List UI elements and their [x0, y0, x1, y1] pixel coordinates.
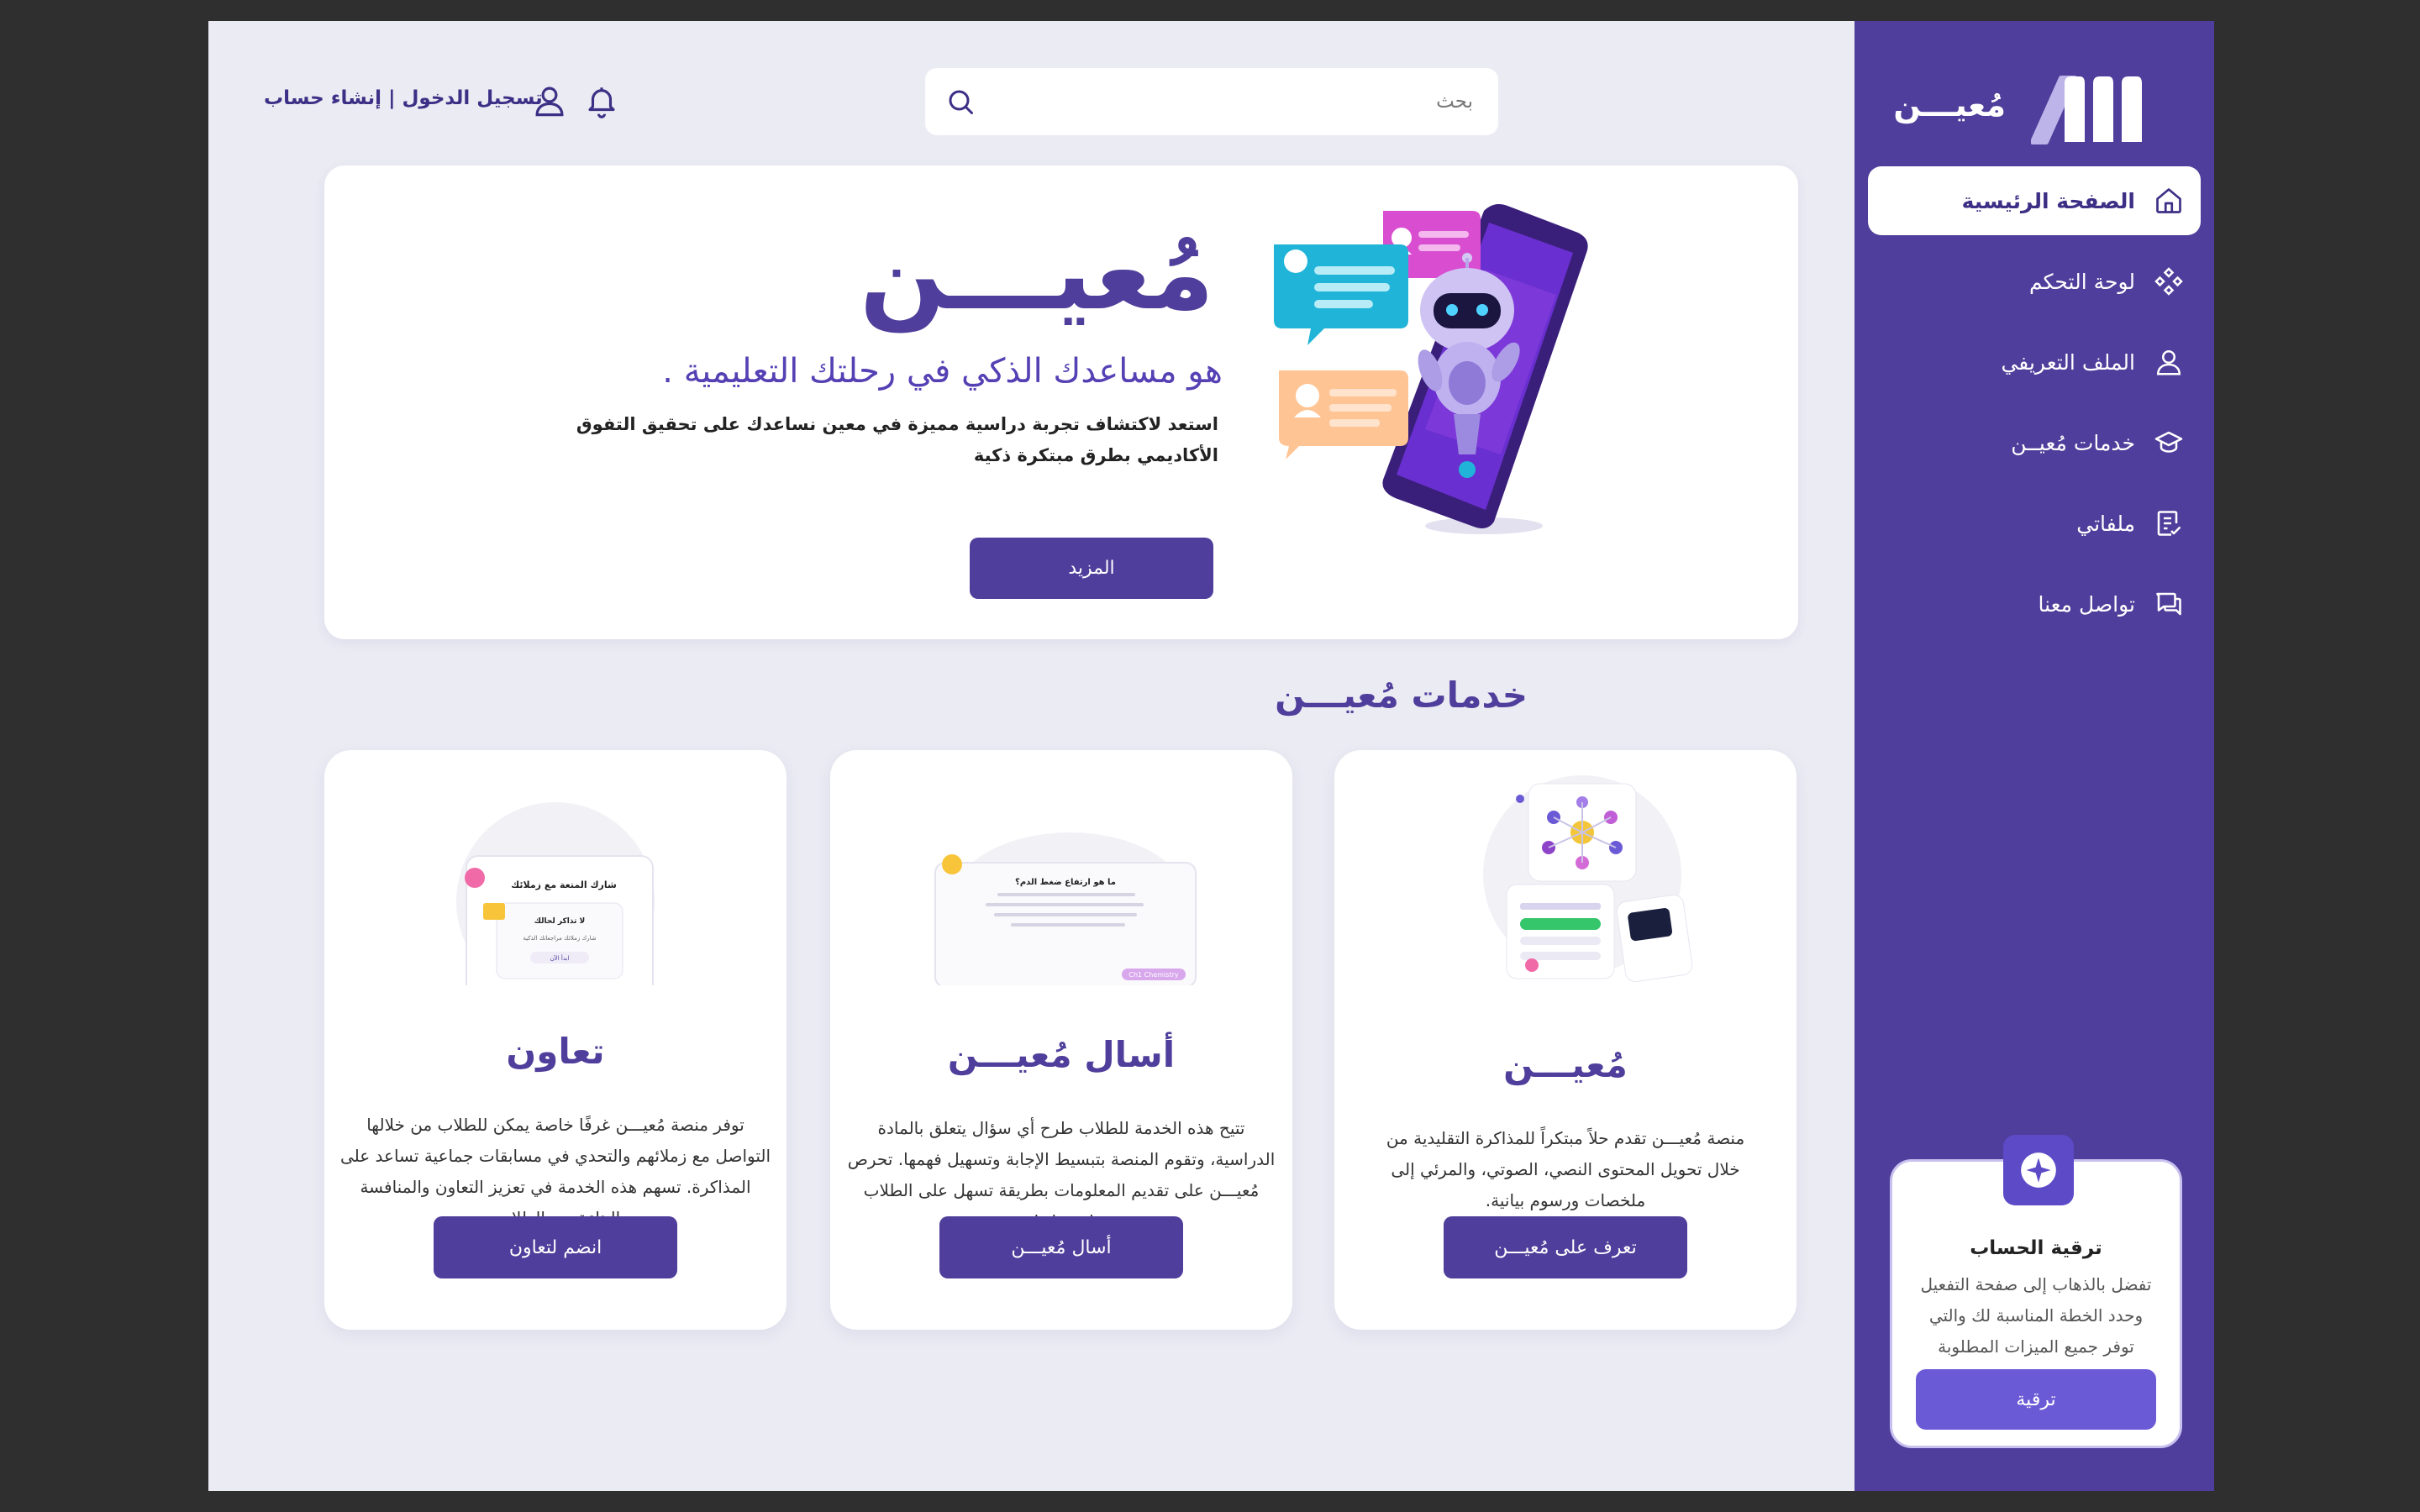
- sidebar-item-label: الملف التعريفي: [2001, 349, 2135, 375]
- service-card-ask: ما هو ارتفاع ضغط الدم؟ Ch1 Chemistry أسا…: [830, 750, 1292, 1330]
- sidebar-item-label: ملفاتي: [2076, 511, 2135, 536]
- graduation-cap-icon: [2152, 426, 2186, 459]
- login-signup-link[interactable]: تسجيل الدخول | إنشاء حساب: [264, 87, 543, 109]
- bell-icon[interactable]: [584, 83, 619, 118]
- sidebar-item-dashboard[interactable]: لوحة التحكم: [1868, 247, 2201, 316]
- sidebar-item-my-files[interactable]: ملفاتي: [1868, 489, 2201, 558]
- service-card-moeen: مُعيـــن منصة مُعيـــن تقدم حلاً مبتكراً…: [1334, 750, 1797, 1330]
- sidebar-item-label: لوحة التحكم: [2028, 269, 2135, 294]
- collaboration-illustration: شارك المتعة مع زملائك لا تذاكر لحالك شار…: [456, 802, 655, 985]
- sidebar-item-contact[interactable]: تواصل معنا: [1868, 570, 2201, 638]
- sidebar-nav: الصفحة الرئيسية لوحة التحكم الملف التعري…: [1868, 166, 2201, 650]
- question-card-illustration: ما هو ارتفاع ضغط الدم؟ Ch1 Chemistry: [934, 832, 1197, 985]
- card-text: توفر منصة مُعيـــن غرفًا خاصة يمكن للطلا…: [339, 1115, 771, 1228]
- sidebar-item-profile[interactable]: الملف التعريفي: [1868, 328, 2201, 396]
- search-icon[interactable]: [945, 87, 976, 117]
- collab-card-title: شارك المتعة مع زملائك: [511, 879, 617, 890]
- robot-phone-illustration: [1274, 204, 1588, 534]
- brand-logo-icon: [2031, 76, 2142, 144]
- file-check-icon: [2152, 507, 2186, 540]
- hero-banner: مُعيـــن هو مساعدك الذكي في رحلتك التعلي…: [324, 165, 1798, 639]
- upgrade-button[interactable]: ترقية: [1916, 1369, 2156, 1430]
- home-icon: [2152, 184, 2186, 218]
- sidebar-item-label: تواصل معنا: [2038, 591, 2135, 617]
- sparkle-icon: [2003, 1135, 2074, 1205]
- search-input[interactable]: [984, 68, 1473, 135]
- card-text: منصة مُعيـــن تقدم حلاً مبتكراً للمذاكرة…: [1386, 1128, 1745, 1210]
- sidebar-item-services[interactable]: خدمات مُعيــن: [1868, 408, 2201, 477]
- card-title: أسال مُعيـــن: [947, 1034, 1176, 1075]
- profile-icon: [2152, 345, 2186, 379]
- question-text: ما هو ارتفاع ضغط الدم؟: [1015, 878, 1116, 887]
- card-title: مُعيـــن: [1503, 1044, 1628, 1085]
- upgrade-title: ترقية الحساب: [1970, 1237, 2102, 1259]
- services-title: خدمات مُعيـــن: [1275, 675, 1528, 716]
- search-bar: [925, 68, 1498, 135]
- join-collaborate-button[interactable]: انضم لتعاون: [434, 1216, 677, 1278]
- brand[interactable]: مُعيـــن: [1893, 75, 2147, 145]
- service-card-collaborate: شارك المتعة مع زملائك لا تذاكر لحالك شار…: [324, 750, 786, 1330]
- brand-name: مُعيـــن: [1893, 87, 2006, 123]
- collab-card-subtitle: لا تذاكر لحالك: [534, 917, 585, 926]
- upgrade-text: تفضل بالذهاب إلى صفحة التفعيل وحدد الخطة…: [1920, 1274, 2152, 1357]
- tag-chip: Ch1 Chemistry: [1128, 971, 1178, 979]
- sidebar: مُعيـــن الصفحة الرئيسية لوحة التحكم الم…: [1854, 21, 2214, 1491]
- sidebar-item-label: خدمات مُعيــن: [2011, 430, 2135, 455]
- dashboard-icon: [2152, 265, 2186, 298]
- learn-moeen-button[interactable]: تعرف على مُعيـــن: [1444, 1216, 1687, 1278]
- chat-icon: [2152, 587, 2186, 621]
- app-window: مُعيـــن الصفحة الرئيسية لوحة التحكم الم…: [208, 21, 2214, 1491]
- collab-card-button: ابدأ الآن: [550, 954, 570, 962]
- hero-title: مُعيـــن: [859, 216, 1214, 333]
- upgrade-card: ترقية الحساب تفضل بالذهاب إلى صفحة التفع…: [1890, 1135, 2182, 1448]
- card-title: تعاون: [506, 1031, 605, 1072]
- sidebar-item-label: الصفحة الرئيسية: [1961, 188, 2135, 213]
- sidebar-item-home[interactable]: الصفحة الرئيسية: [1868, 166, 2201, 235]
- more-button[interactable]: المزيد: [970, 538, 1213, 599]
- collab-card-line: شارك زملائك مراجعاتك الذكية: [523, 935, 596, 942]
- hero-description: استعد لاكتشاف تجربة دراسية مميزة في معين…: [576, 414, 1218, 465]
- ask-moeen-button[interactable]: أسال مُعيـــن: [939, 1216, 1183, 1278]
- hero-subtitle: هو مساعدك الذكي في رحلتك التعليمية .: [662, 352, 1223, 391]
- mindmap-illustration: [1483, 775, 1693, 983]
